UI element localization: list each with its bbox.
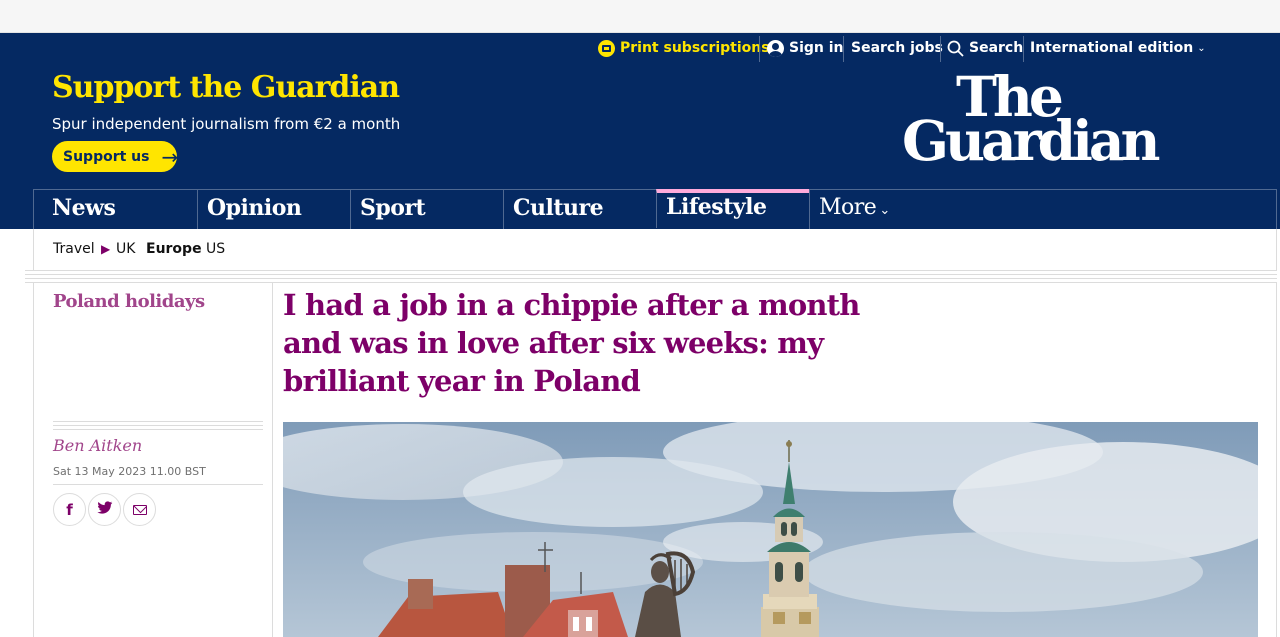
masthead: Print subscriptions Sign in Search jobs … — [0, 33, 1280, 229]
hero-photo-poznan-square — [283, 422, 1258, 637]
email-share-button[interactable] — [123, 493, 156, 526]
chevron-down-icon: ⌄ — [879, 203, 890, 218]
sign-in-label: Sign in — [789, 40, 844, 56]
divider — [1023, 36, 1024, 62]
search-jobs-label: Search jobs — [851, 40, 943, 56]
support-subtitle: Spur independent journalism from €2 a mo… — [52, 115, 401, 133]
divider — [843, 36, 844, 62]
divider — [53, 484, 263, 485]
search-link[interactable]: Search — [947, 33, 1023, 63]
guardian-logo[interactable]: The Guardian — [900, 69, 1190, 173]
search-jobs-link[interactable]: Search jobs — [851, 33, 943, 63]
twitter-icon — [96, 500, 113, 519]
support-us-label: Support us — [63, 148, 150, 165]
series-label[interactable]: Poland holidays — [53, 291, 205, 312]
edition-selector[interactable]: International edition ⌄ — [1030, 33, 1206, 63]
utility-bar: Print subscriptions Sign in Search jobs … — [0, 33, 1280, 66]
divider — [25, 274, 1277, 275]
print-subscriptions-link[interactable]: Print subscriptions — [598, 33, 770, 63]
support-title: Support the Guardian — [52, 70, 400, 105]
nav-news[interactable]: News — [34, 190, 197, 229]
browser-top-strip — [0, 0, 1280, 33]
search-label: Search — [969, 40, 1024, 56]
facebook-icon: f — [66, 500, 73, 519]
divider — [25, 278, 1277, 279]
nav-culture[interactable]: Culture — [503, 190, 656, 229]
nav-more-label: More — [819, 195, 877, 220]
subnav-europe[interactable]: Europe — [146, 241, 202, 257]
facebook-share-button[interactable]: f — [53, 493, 86, 526]
print-subscriptions-label: Print subscriptions — [620, 40, 770, 56]
primary-nav: News Opinion Sport Culture Lifestyle Mor… — [33, 189, 1277, 229]
edition-label: International edition — [1030, 40, 1194, 56]
nav-opinion[interactable]: Opinion — [197, 190, 350, 229]
meta-rules — [53, 421, 263, 433]
search-icon — [947, 40, 964, 57]
sub-nav: Travel ▶ UK Europe US — [33, 229, 1277, 271]
user-icon — [767, 39, 784, 57]
subnav-uk[interactable]: UK — [116, 241, 135, 257]
hero-image[interactable] — [283, 422, 1258, 637]
arrow-right-icon: → — [161, 144, 179, 169]
nav-more[interactable]: More ⌄ — [809, 190, 1278, 229]
email-icon — [132, 504, 147, 515]
divider — [25, 270, 1277, 271]
article-headline: I had a job in a chippie after a month a… — [283, 288, 860, 398]
divider — [940, 36, 941, 62]
triangle-right-icon: ▶ — [101, 242, 111, 256]
subnav-travel[interactable]: Travel — [53, 241, 95, 257]
subnav-us[interactable]: US — [206, 241, 225, 257]
sign-in-link[interactable]: Sign in — [767, 33, 844, 63]
chevron-down-icon: ⌄ — [1197, 42, 1206, 54]
print-icon — [598, 39, 615, 57]
support-us-button[interactable]: Support us → — [52, 141, 179, 172]
publish-date: Sat 13 May 2023 11.00 BST — [53, 465, 206, 478]
nav-lifestyle[interactable]: Lifestyle — [656, 189, 809, 228]
nav-sport[interactable]: Sport — [350, 190, 503, 229]
article: Poland holidays Ben Aitken Sat 13 May 20… — [33, 283, 1277, 637]
author-byline[interactable]: Ben Aitken — [53, 436, 142, 455]
divider — [759, 36, 760, 62]
twitter-share-button[interactable] — [88, 493, 121, 526]
article-meta: Poland holidays Ben Aitken Sat 13 May 20… — [34, 283, 273, 637]
logo-line-2: Guardian — [902, 108, 1161, 173]
